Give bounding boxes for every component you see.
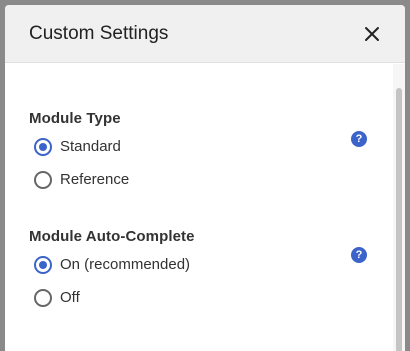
radio-label: Standard (60, 138, 121, 155)
radio-button[interactable] (34, 170, 52, 189)
module-auto-complete-section: Module Auto-Complete ? On (recommended) … (29, 226, 367, 314)
radio-option-standard[interactable]: Standard (34, 130, 367, 163)
dialog-content: Module Type ? Standard Reference Module … (5, 63, 405, 314)
custom-settings-dialog: Custom Settings Module Type ? Standard R… (5, 5, 405, 351)
dialog-header: Custom Settings (5, 5, 405, 63)
close-button[interactable] (359, 21, 385, 47)
close-icon (365, 26, 379, 41)
radio-label: Reference (60, 171, 130, 188)
radio-button[interactable] (34, 288, 52, 307)
radio-label: On (recommended) (60, 256, 191, 273)
radio-label: Off (60, 289, 80, 306)
help-icon[interactable]: ? (351, 131, 367, 147)
radio-option-off[interactable]: Off (34, 281, 367, 314)
radio-option-reference[interactable]: Reference (34, 163, 367, 196)
dialog-title: Custom Settings (29, 22, 169, 44)
module-type-label: Module Type (29, 110, 121, 127)
scrollbar-thumb[interactable] (396, 88, 402, 351)
module-auto-complete-label: Module Auto-Complete (29, 228, 195, 245)
module-type-section: Module Type ? Standard Reference (29, 108, 367, 196)
radio-button[interactable] (34, 255, 52, 274)
radio-option-on[interactable]: On (recommended) (34, 248, 367, 281)
radio-button[interactable] (34, 137, 52, 156)
help-icon[interactable]: ? (351, 247, 367, 263)
vertical-scrollbar[interactable] (393, 64, 405, 351)
